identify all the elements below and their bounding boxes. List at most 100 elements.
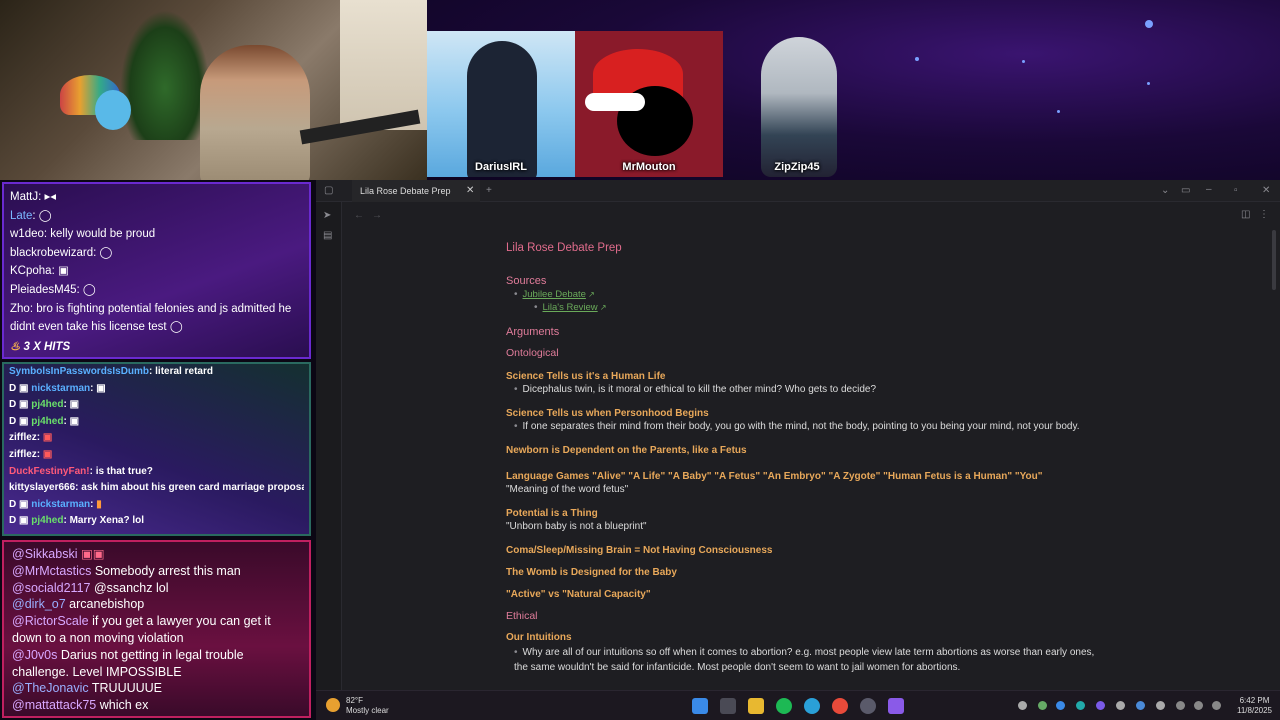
chat-username: DuckFestinyFan! (9, 465, 90, 477)
chat-text: kelly would be proud (50, 228, 156, 241)
chat-username: nickstarman (31, 382, 91, 394)
section-title: Potential is a Thing (506, 508, 598, 519)
emote-icon: ▸◂ (44, 191, 57, 203)
hat-brim (585, 93, 645, 111)
spotify-icon[interactable] (776, 698, 792, 714)
sidebar-toggle-icon[interactable]: ▢ (324, 185, 333, 197)
hits-counter: ♨ 3 X HITS (10, 339, 70, 353)
weather-widget[interactable]: 82°F Mostly clear (326, 696, 389, 716)
webcam-feed (0, 0, 427, 180)
chat-message: @J0v0s Darius not getting in legal troub… (12, 647, 301, 681)
star (1022, 60, 1025, 63)
tray-icon[interactable] (1056, 701, 1065, 710)
obs-icon[interactable] (860, 698, 876, 714)
chat-message: SymbolsInPasswordsIsDumb: literal retard (9, 366, 213, 377)
scrollbar[interactable] (1272, 230, 1276, 290)
participant-tile: DariusIRL (427, 31, 575, 177)
section-title: Science Tells us when Personhood Begins (506, 408, 709, 419)
chat-message: @mattattack75 which ex (12, 697, 301, 714)
maximize-icon[interactable]: ▫ (1234, 185, 1238, 197)
tray-icon[interactable] (1076, 701, 1085, 710)
hits-label: 3 X HITS (23, 341, 71, 353)
back-arrow-icon[interactable]: ← (354, 210, 364, 222)
time: 6:42 PM (1239, 696, 1270, 705)
participant-name: ZipZip45 (774, 161, 820, 173)
section-title: The Womb is Designed for the Baby (506, 567, 677, 578)
tab-document[interactable]: Lila Rose Debate Prep ✕ (352, 180, 480, 202)
clock[interactable]: 6:42 PM 11/8/2025 (1237, 696, 1272, 716)
emote-icon: ◯ (38, 209, 52, 222)
tray-icon[interactable] (1116, 701, 1125, 710)
star (915, 57, 919, 61)
close-icon[interactable]: ✕ (466, 185, 474, 197)
start-icon[interactable] (692, 698, 708, 714)
layout-icon[interactable]: ▭ (1181, 185, 1190, 197)
tray-icon[interactable] (1096, 701, 1105, 710)
section-title: Newborn is Dependent on the Parents, lik… (506, 445, 747, 456)
chat-username: Late (10, 209, 33, 222)
chat-username: pj4hed (31, 515, 64, 527)
reading-view-icon[interactable]: ◫ (1241, 209, 1250, 221)
left-ribbon: ➤ ▤ (316, 202, 342, 690)
sources-heading: Sources (506, 275, 547, 287)
chat-username: @J0v0s (12, 647, 58, 662)
chat-username: zifflez (9, 432, 37, 444)
tray-expand-icon[interactable] (1018, 701, 1027, 710)
chat-message: kittyslayer666: ask him about his green … (9, 480, 304, 497)
chat-message: DuckFestinyFan!: is that true? (9, 465, 153, 477)
new-tab-icon[interactable]: + (486, 185, 492, 197)
chat-message: PleiadesM45: ◯ (10, 283, 96, 296)
chat-username: @TheJonavic (12, 681, 89, 696)
emote-icon: ▣ (96, 382, 106, 394)
chat-username: @sociald2117 (12, 580, 91, 595)
list-item: Why are all of our intuitions so off whe… (506, 645, 1106, 675)
chat-message: @TheJonavic TRUUUUUE (12, 680, 301, 697)
chat-text: @ssanchz lol (93, 580, 169, 595)
more-options-icon[interactable]: ⋮ (1259, 209, 1269, 221)
chat-text: which ex (99, 698, 149, 713)
chat-panel-bottom: @Sikkabski ▣▣ @MrMctastics Somebody arre… (2, 540, 311, 718)
list-item: Dicephalus twin, is it moral or ethical … (506, 384, 1126, 395)
chat-message: @MrMctastics Somebody arrest this man (12, 563, 301, 580)
send-icon[interactable]: ➤ (323, 210, 331, 222)
emote-icon: ◯ (82, 283, 96, 296)
volume-icon[interactable] (1194, 701, 1203, 710)
section-title: Our Intuitions (506, 632, 572, 643)
tray-icon[interactable] (1156, 701, 1165, 710)
task-view-icon[interactable] (720, 698, 736, 714)
chat-message: @Sikkabski ▣▣ (12, 546, 301, 563)
chat-username: pj4hed (31, 415, 64, 427)
notes-app-window: ▢ Lila Rose Debate Prep ✕ + ⌄ ▭ – ▫ ✕ ➤ … (316, 180, 1280, 690)
minimize-icon[interactable]: – (1206, 184, 1212, 196)
tab-title: Lila Rose Debate Prep (360, 186, 451, 196)
forward-arrow-icon[interactable]: → (372, 210, 382, 222)
chat-message: Late: ◯ (10, 209, 52, 222)
chat-text: Marry Xena? lol (69, 515, 145, 527)
chat-message: D ▣ pj4hed: Marry Xena? lol (9, 515, 145, 527)
window-close-icon[interactable]: ✕ (1262, 185, 1270, 197)
fire-icon: ♨ (10, 341, 21, 353)
chevron-down-icon[interactable]: ⌄ (1161, 185, 1169, 197)
battery-icon[interactable] (1212, 701, 1221, 710)
arguments-heading: Arguments (506, 326, 560, 338)
file-explorer-icon[interactable] (748, 698, 764, 714)
link-jubilee-debate[interactable]: Jubilee Debate (523, 289, 586, 300)
avatar (761, 37, 837, 177)
tray-icon[interactable] (1136, 701, 1145, 710)
emote-icon: ◯ (169, 321, 183, 334)
files-icon[interactable]: ▤ (323, 230, 332, 242)
section-title: Science Tells us it's a Human Life (506, 371, 666, 382)
chat-username: @mattattack75 (12, 698, 97, 713)
wifi-icon[interactable] (1176, 701, 1185, 710)
obsidian-icon[interactable] (888, 698, 904, 714)
chrome-icon[interactable] (832, 698, 848, 714)
edge-icon[interactable] (804, 698, 820, 714)
chat-text: TRUUUUUE (91, 681, 163, 696)
tray-icon[interactable] (1038, 701, 1047, 710)
chat-username: KCpoha (10, 265, 52, 278)
link-lilas-review[interactable]: Lila's Review (543, 302, 598, 313)
star (1147, 82, 1150, 85)
star (1057, 110, 1060, 113)
chat-username: SymbolsInPasswordsIsDumb (9, 366, 150, 377)
emote-icon: ▣ (69, 415, 80, 427)
